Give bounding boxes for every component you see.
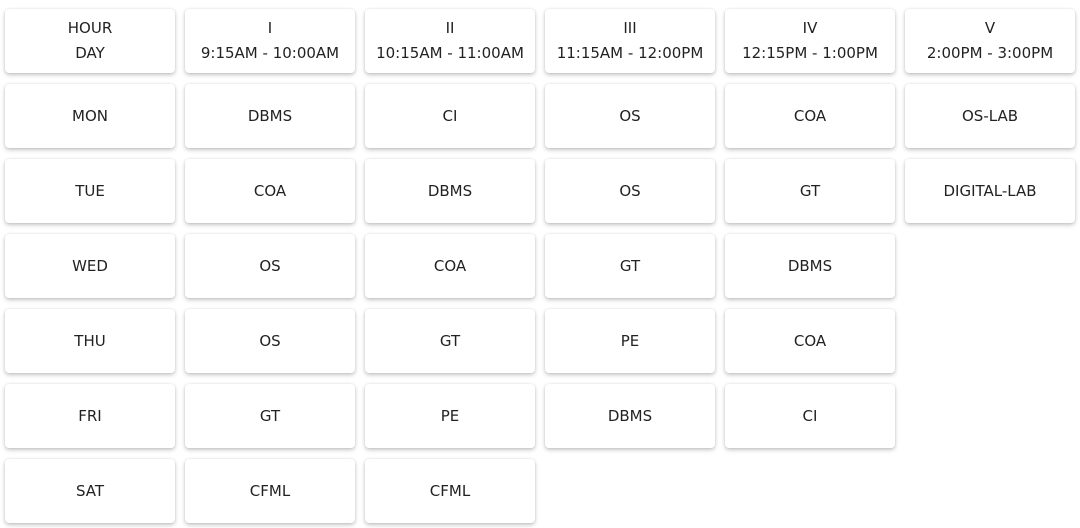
period-time: 12:15PM - 1:00PM bbox=[742, 44, 878, 62]
subject-cell: OS-LAB bbox=[905, 84, 1075, 148]
subject-cell: CFML bbox=[365, 459, 535, 523]
subject-cell: GT bbox=[545, 234, 715, 298]
header-period-3: III 11:15AM - 12:00PM bbox=[545, 9, 715, 73]
subject-cell: DBMS bbox=[725, 234, 895, 298]
period-time: 10:15AM - 11:00AM bbox=[376, 44, 524, 62]
period-numeral: V bbox=[984, 19, 996, 37]
header-hour-day: HOUR DAY bbox=[5, 9, 175, 73]
subject-cell: COA bbox=[365, 234, 535, 298]
header-period-5: V 2:00PM - 3:00PM bbox=[905, 9, 1075, 73]
subject-cell: DBMS bbox=[545, 384, 715, 448]
subject-cell: DIGITAL-LAB bbox=[905, 159, 1075, 223]
subject-cell: OS bbox=[185, 234, 355, 298]
period-numeral: IV bbox=[802, 19, 818, 37]
timetable-grid: HOUR DAY I 9:15AM - 10:00AM II 10:15AM -… bbox=[0, 0, 1080, 528]
subject-cell: GT bbox=[725, 159, 895, 223]
subject-cell: GT bbox=[185, 384, 355, 448]
day-cell-mon: MON bbox=[5, 84, 175, 148]
subject-cell: OS bbox=[545, 84, 715, 148]
period-numeral: II bbox=[445, 19, 455, 37]
header-period-4: IV 12:15PM - 1:00PM bbox=[725, 9, 895, 73]
header-hour-label: HOUR bbox=[67, 19, 113, 37]
subject-cell: CI bbox=[365, 84, 535, 148]
day-cell-thu: THU bbox=[5, 309, 175, 373]
subject-cell: PE bbox=[545, 309, 715, 373]
header-period-2: II 10:15AM - 11:00AM bbox=[365, 9, 535, 73]
subject-cell: DBMS bbox=[185, 84, 355, 148]
subject-cell: CFML bbox=[185, 459, 355, 523]
subject-cell: PE bbox=[365, 384, 535, 448]
period-time: 2:00PM - 3:00PM bbox=[926, 44, 1054, 62]
day-cell-sat: SAT bbox=[5, 459, 175, 523]
subject-cell: COA bbox=[185, 159, 355, 223]
period-numeral: I bbox=[267, 19, 273, 37]
period-time: 11:15AM - 12:00PM bbox=[556, 44, 704, 62]
subject-cell: OS bbox=[545, 159, 715, 223]
subject-cell: OS bbox=[185, 309, 355, 373]
period-numeral: III bbox=[623, 19, 637, 37]
subject-cell: DBMS bbox=[365, 159, 535, 223]
header-day-label: DAY bbox=[75, 44, 105, 62]
period-time: 9:15AM - 10:00AM bbox=[200, 44, 340, 62]
day-cell-wed: WED bbox=[5, 234, 175, 298]
subject-cell: CI bbox=[725, 384, 895, 448]
subject-cell: COA bbox=[725, 84, 895, 148]
subject-cell: GT bbox=[365, 309, 535, 373]
header-period-1: I 9:15AM - 10:00AM bbox=[185, 9, 355, 73]
subject-cell: COA bbox=[725, 309, 895, 373]
day-cell-fri: FRI bbox=[5, 384, 175, 448]
day-cell-tue: TUE bbox=[5, 159, 175, 223]
